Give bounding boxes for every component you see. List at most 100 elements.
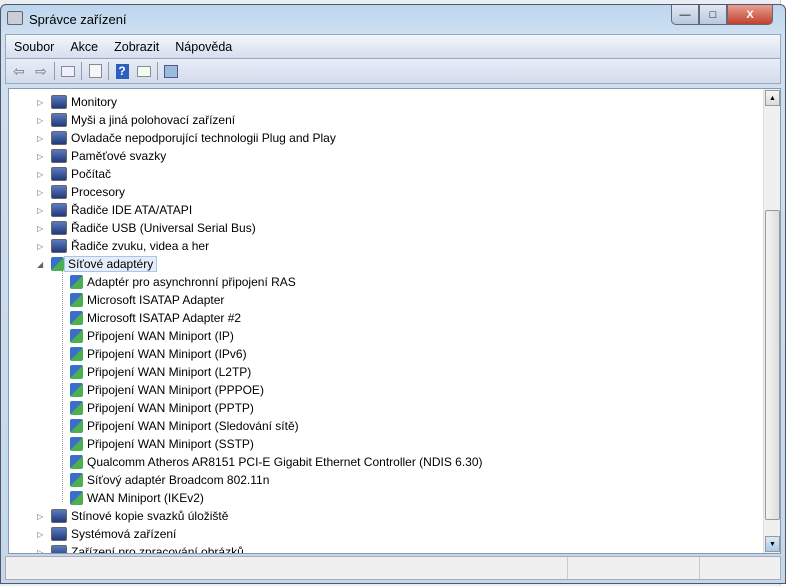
vertical-scrollbar[interactable]: ▲ ▼ [763, 89, 780, 553]
item-label: Myši a jiná polohovací zařízení [71, 113, 236, 127]
item-label: Microsoft ISATAP Adapter #2 [87, 311, 242, 325]
category-item[interactable]: ▷ Ovladače nepodporující technologii Plug… [37, 129, 336, 147]
expand-arrow-icon[interactable]: ▷ [37, 206, 43, 215]
network-adapter-icon [70, 347, 83, 361]
window-title: Správce zařízení [29, 12, 127, 27]
device-category-icon [51, 113, 67, 127]
expand-arrow-icon[interactable]: ▷ [37, 224, 43, 233]
forward-button[interactable]: ⇨ [32, 62, 50, 80]
expand-arrow-icon[interactable]: ▷ [37, 170, 43, 179]
item-label: WAN Miniport (IKEv2) [87, 491, 204, 505]
device-category-icon [51, 509, 67, 523]
item-label: Microsoft ISATAP Adapter [87, 293, 225, 307]
show-action-pane-button[interactable] [135, 62, 153, 80]
category-item[interactable]: ▷ Myši a jiná polohovací zařízení [37, 111, 236, 129]
scroll-up-button[interactable]: ▲ [765, 90, 780, 106]
device-item[interactable]: Připojení WAN Miniport (PPPOE) [70, 381, 264, 399]
item-label: Počítač [71, 167, 112, 181]
category-item[interactable]: ▷ Zařízení pro zpracování obrázků [37, 543, 244, 554]
category-item[interactable]: ▷ Počítač [37, 165, 112, 183]
menu-soubor[interactable]: Soubor [6, 40, 62, 54]
network-adapter-icon [70, 365, 83, 379]
back-button[interactable]: ⇦ [10, 62, 28, 80]
device-item[interactable]: Připojení WAN Miniport (IP) [70, 327, 234, 345]
menu-akce[interactable]: Akce [62, 40, 106, 54]
category-item[interactable]: ▷ Paměťové svazky [37, 147, 166, 165]
category-item[interactable]: ▷ Systémová zařízení [37, 525, 177, 543]
device-item[interactable]: Qualcomm Atheros AR8151 PCI-E Gigabit Et… [70, 453, 483, 471]
maximize-button[interactable]: □ [699, 5, 727, 25]
item-label: Procesory [71, 185, 126, 199]
expand-arrow-icon[interactable]: ▷ [37, 188, 43, 197]
expand-arrow-icon[interactable]: ▷ [37, 548, 43, 554]
separator [157, 62, 158, 80]
collapse-arrow-icon[interactable]: ◢ [37, 260, 43, 269]
toolbar: ⇦ ⇨ ? [5, 58, 781, 84]
category-item[interactable]: ▷ Řadiče IDE ATA/ATAPI [37, 201, 192, 219]
menu-bar: Soubor Akce Zobrazit Nápověda [5, 34, 781, 58]
device-item[interactable]: Microsoft ISATAP Adapter [70, 291, 224, 309]
expand-arrow-icon[interactable]: ▷ [37, 116, 43, 125]
separator [54, 62, 55, 80]
show-hide-console-tree-button[interactable] [59, 62, 77, 80]
device-category-icon [51, 545, 67, 553]
item-label: Síťový adaptér Broadcom 802.11n [87, 473, 270, 487]
minimize-button[interactable]: — [671, 5, 699, 25]
network-adapter-icon [70, 473, 83, 487]
status-pane [568, 557, 700, 579]
item-label: Připojení WAN Miniport (IPv6) [87, 347, 247, 361]
network-adapter-icon [70, 383, 83, 397]
item-label: Stínové kopie svazků úložiště [71, 509, 229, 523]
tree-line [62, 270, 63, 502]
close-button[interactable]: X [727, 5, 773, 25]
scan-hardware-icon [164, 64, 178, 78]
expand-arrow-icon[interactable]: ▷ [37, 98, 43, 107]
scroll-down-button[interactable]: ▼ [765, 536, 780, 552]
device-item[interactable]: Připojení WAN Miniport (SSTP) [70, 435, 254, 453]
action-pane-icon [137, 65, 151, 77]
item-label: Systémová zařízení [71, 527, 177, 541]
device-item[interactable]: Připojení WAN Miniport (PPTP) [70, 399, 254, 417]
device-category-icon [51, 149, 67, 163]
item-label: Zařízení pro zpracování obrázků [71, 545, 244, 554]
category-item[interactable]: ▷ Řadiče USB (Universal Serial Bus) [37, 219, 256, 237]
scrollbar-thumb[interactable] [765, 210, 780, 520]
device-manager-icon [7, 11, 23, 25]
expand-arrow-icon[interactable]: ▷ [37, 134, 43, 143]
properties-button[interactable] [86, 62, 104, 80]
menu-napoveda[interactable]: Nápověda [167, 40, 240, 54]
expand-arrow-icon[interactable]: ▷ [37, 242, 43, 251]
network-adapter-icon [70, 275, 83, 289]
item-label: Připojení WAN Miniport (Sledování sítě) [87, 419, 299, 433]
device-item[interactable]: WAN Miniport (IKEv2) [70, 489, 204, 507]
category-item[interactable]: ▷ Řadiče zvuku, videa a her [37, 237, 210, 255]
device-item[interactable]: Připojení WAN Miniport (IPv6) [70, 345, 247, 363]
scan-hardware-button[interactable] [162, 62, 180, 80]
expand-arrow-icon[interactable]: ▷ [37, 530, 43, 539]
category-item[interactable]: ▷ Procesory [37, 183, 126, 201]
category-item[interactable]: ◢ Síťové adaptéry [37, 255, 158, 273]
device-item[interactable]: Připojení WAN Miniport (Sledování sítě) [70, 417, 299, 435]
device-item[interactable]: Síťový adaptér Broadcom 802.11n [70, 471, 269, 489]
menu-zobrazit[interactable]: Zobrazit [106, 40, 167, 54]
item-label: Řadiče zvuku, videa a her [71, 239, 210, 253]
device-category-icon [51, 185, 67, 199]
device-category-icon [51, 167, 67, 181]
device-category-icon [51, 221, 67, 235]
item-label: Připojení WAN Miniport (SSTP) [87, 437, 254, 451]
device-item[interactable]: Připojení WAN Miniport (L2TP) [70, 363, 251, 381]
network-adapter-icon [51, 257, 64, 271]
separator [81, 62, 82, 80]
item-label: Monitory [71, 95, 118, 109]
device-category-icon [51, 203, 67, 217]
expand-arrow-icon[interactable]: ▷ [37, 152, 43, 161]
help-button[interactable]: ? [113, 62, 131, 80]
category-item[interactable]: ▷ Monitory [37, 93, 118, 111]
category-item[interactable]: ▷ Stínové kopie svazků úložiště [37, 507, 229, 525]
item-label: Připojení WAN Miniport (PPTP) [87, 401, 254, 415]
device-item[interactable]: Adaptér pro asynchronní připojení RAS [70, 273, 296, 291]
separator [108, 62, 109, 80]
expand-arrow-icon[interactable]: ▷ [37, 512, 43, 521]
device-item[interactable]: Microsoft ISATAP Adapter #2 [70, 309, 241, 327]
item-label: Ovladače nepodporující technologii Plug … [71, 131, 336, 145]
